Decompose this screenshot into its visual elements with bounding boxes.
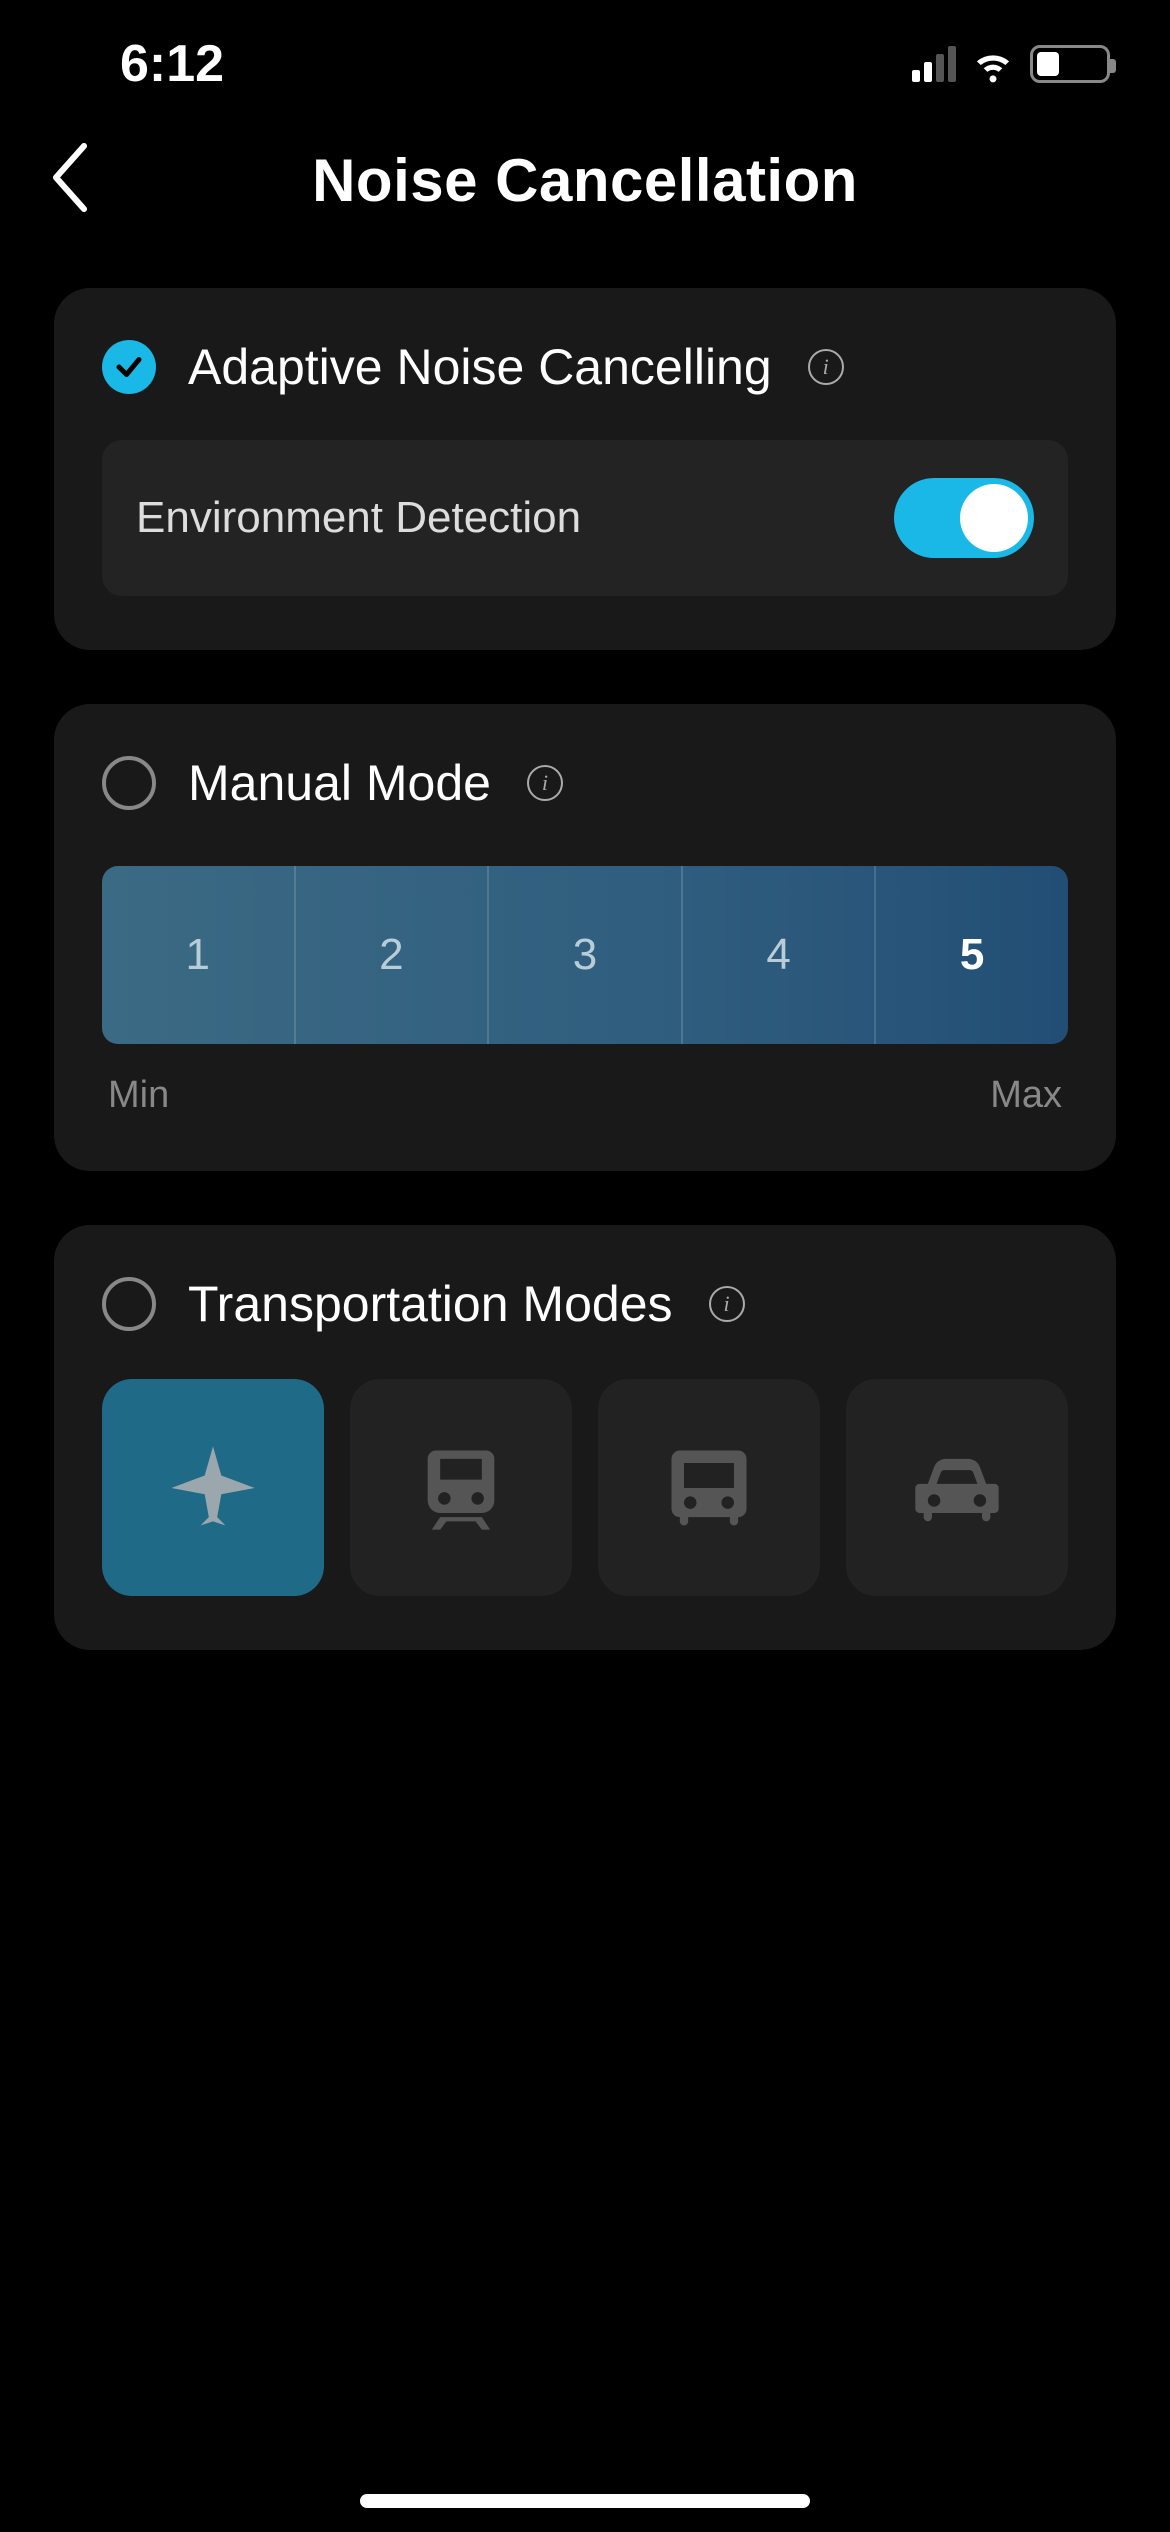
wifi-icon [972, 43, 1014, 85]
card-manual: Manual Mode i 1 2 3 4 5 Min Max [54, 704, 1116, 1171]
page-title: Noise Cancellation [312, 146, 858, 215]
info-icon[interactable]: i [527, 765, 563, 801]
radio-selected-icon [102, 340, 156, 394]
level-5[interactable]: 5 [876, 866, 1068, 1044]
level-1[interactable]: 1 [102, 866, 296, 1044]
status-bar: 6:12 [0, 0, 1170, 110]
info-icon[interactable]: i [808, 349, 844, 385]
transportation-title: Transportation Modes [188, 1275, 673, 1333]
transportation-tiles [102, 1379, 1068, 1596]
info-icon[interactable]: i [709, 1286, 745, 1322]
airplane-icon [163, 1438, 263, 1538]
back-button[interactable] [48, 143, 92, 218]
radio-unselected-icon [102, 756, 156, 810]
manual-title: Manual Mode [188, 754, 491, 812]
mode-train[interactable] [350, 1379, 572, 1596]
environment-detection-label: Environment Detection [136, 493, 581, 543]
level-2[interactable]: 2 [296, 866, 490, 1044]
card-adaptive: Adaptive Noise Cancelling i Environment … [54, 288, 1116, 650]
battery-icon [1030, 45, 1110, 83]
mode-bus[interactable] [598, 1379, 820, 1596]
level-4[interactable]: 4 [683, 866, 877, 1044]
manual-option[interactable]: Manual Mode i [102, 754, 1068, 812]
environment-detection-row: Environment Detection [102, 440, 1068, 596]
level-range-labels: Min Max [102, 1074, 1068, 1117]
status-time: 6:12 [120, 34, 224, 94]
card-transportation: Transportation Modes i [54, 1225, 1116, 1650]
max-label: Max [990, 1074, 1062, 1117]
chevron-left-icon [48, 143, 92, 213]
mode-car[interactable] [846, 1379, 1068, 1596]
radio-unselected-icon [102, 1277, 156, 1331]
page-header: Noise Cancellation [0, 110, 1170, 250]
bus-icon [659, 1438, 759, 1538]
adaptive-option[interactable]: Adaptive Noise Cancelling i [102, 338, 1068, 396]
check-icon [114, 352, 144, 382]
train-icon [411, 1438, 511, 1538]
status-icons [912, 43, 1110, 85]
cellular-icon [912, 46, 956, 82]
home-indicator[interactable] [360, 2494, 810, 2508]
adaptive-title: Adaptive Noise Cancelling [188, 338, 772, 396]
environment-detection-toggle[interactable] [894, 478, 1034, 558]
car-icon [907, 1438, 1007, 1538]
transportation-option[interactable]: Transportation Modes i [102, 1275, 1068, 1333]
mode-airplane[interactable] [102, 1379, 324, 1596]
min-label: Min [108, 1074, 169, 1117]
level-3[interactable]: 3 [489, 866, 683, 1044]
manual-level-selector: 1 2 3 4 5 [102, 866, 1068, 1044]
